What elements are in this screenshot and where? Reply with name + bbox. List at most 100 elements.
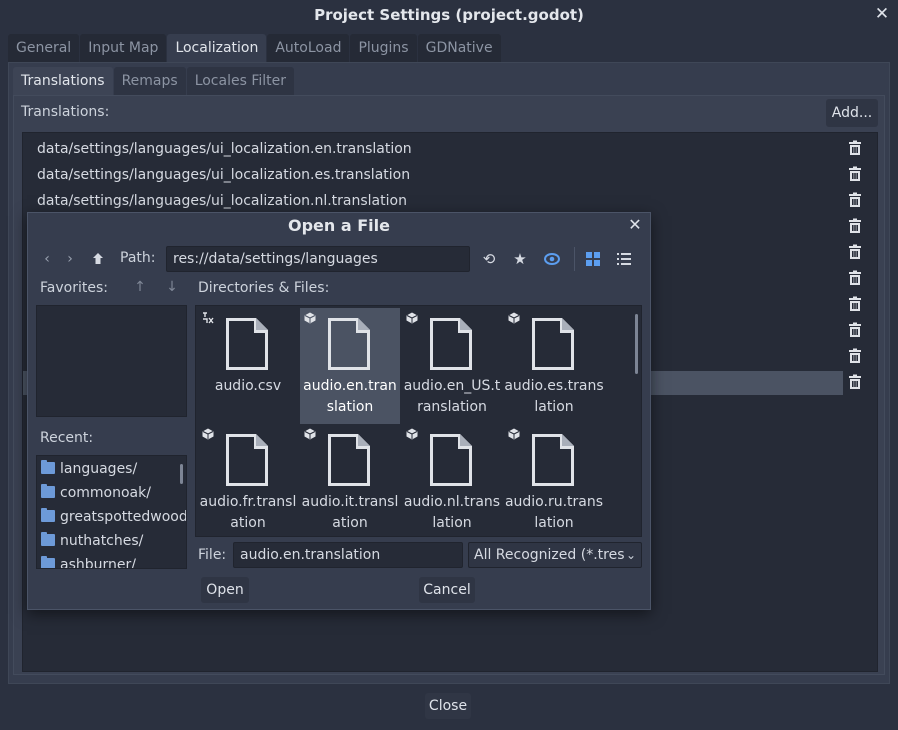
trash-icon[interactable]: [847, 218, 863, 236]
trash-icon[interactable]: [847, 348, 863, 366]
cancel-button[interactable]: Cancel: [419, 577, 475, 603]
file-name-input[interactable]: audio.en.translation: [233, 542, 463, 568]
favorites-label: Favorites:: [40, 280, 108, 296]
file-icon: [226, 318, 268, 370]
recent-item[interactable]: ashburner/: [41, 554, 136, 569]
tab-remaps[interactable]: Remaps: [113, 67, 186, 95]
file-item[interactable]: audio.csv: [198, 308, 298, 424]
tab-gdnative[interactable]: GDNative: [417, 34, 501, 62]
move-favorite-down-icon[interactable]: ↓: [164, 279, 180, 297]
settings-tabbar: General Input Map Localization AutoLoad …: [8, 34, 502, 62]
recent-item[interactable]: commonoak/: [41, 482, 151, 504]
window-title: Project Settings (project.godot): [314, 6, 584, 24]
file-item[interactable]: audio.ru.translation: [504, 424, 604, 536]
close-button[interactable]: Close: [425, 693, 471, 719]
recent-item[interactable]: greatspottedwoodpecker/: [41, 506, 186, 528]
file-name: audio.nl.translation: [403, 494, 501, 531]
open-button[interactable]: Open: [201, 577, 249, 603]
import-icon: [203, 312, 214, 324]
tab-localization[interactable]: Localization: [167, 34, 267, 62]
file-icon: [328, 434, 370, 486]
chevron-down-icon: ⌄: [625, 548, 636, 562]
file-name: audio.es.translation: [504, 378, 604, 415]
translation-item[interactable]: data/settings/languages/ui_localization.…: [23, 189, 843, 213]
favorites-list[interactable]: [36, 305, 187, 417]
favorite-star-icon[interactable]: ★: [509, 248, 531, 270]
file-filter-value: All Recognized (*.tres: [474, 547, 625, 563]
folder-icon: [41, 508, 55, 522]
tab-input-map[interactable]: Input Map: [80, 34, 167, 62]
toolbar-separator: [574, 247, 575, 271]
recent-item[interactable]: languages/: [41, 458, 137, 480]
resource-icon: [304, 428, 316, 440]
folder-icon: [41, 484, 55, 498]
file-icon: [226, 434, 268, 486]
tab-autoload[interactable]: AutoLoad: [267, 34, 350, 62]
directories-files-label: Directories & Files:: [198, 280, 330, 296]
grid-view-icon[interactable]: [582, 248, 604, 270]
recent-list: languages/ commonoak/ greatspottedwoodpe…: [36, 455, 187, 569]
resource-icon: [406, 312, 418, 324]
localization-subtabbar: Translations Remaps Locales Filter: [13, 67, 295, 95]
file-name: audio.en_US.translation: [403, 378, 501, 415]
file-icon: [430, 434, 472, 486]
recent-item[interactable]: nuthatches/: [41, 530, 143, 552]
tab-plugins[interactable]: Plugins: [350, 34, 417, 62]
file-icon: [532, 318, 574, 370]
folder-icon: [41, 556, 55, 568]
files-scrollbar[interactable]: [635, 314, 638, 374]
path-input[interactable]: res://data/settings/languages: [166, 246, 470, 272]
trash-icon[interactable]: [847, 270, 863, 288]
file-item[interactable]: audio.fr.translation: [198, 424, 298, 536]
refresh-icon[interactable]: ⟲: [478, 248, 500, 270]
tab-general[interactable]: General: [8, 34, 80, 62]
recent-item-label: nuthatches/: [60, 533, 144, 549]
recent-scrollbar[interactable]: [180, 464, 183, 484]
file-name: audio.en.translation: [303, 378, 397, 415]
file-name: audio.ru.translation: [504, 494, 604, 531]
open-file-dialog: Open a File ✕ ‹ › Path: res://data/setti…: [27, 212, 651, 610]
translation-item[interactable]: data/settings/languages/ui_localization.…: [23, 137, 843, 161]
recent-item-label: commonoak/: [60, 485, 151, 501]
translation-item[interactable]: data/settings/languages/ui_localization.…: [23, 163, 843, 187]
trash-icon[interactable]: [847, 374, 863, 392]
file-item[interactable]: audio.it.translation: [300, 424, 400, 536]
list-view-icon[interactable]: [613, 248, 635, 270]
show-hidden-eye-icon[interactable]: [541, 248, 563, 270]
trash-icon[interactable]: [847, 244, 863, 262]
recent-item-label: languages/: [60, 461, 138, 477]
trash-icon[interactable]: [847, 192, 863, 210]
folder-icon: [41, 460, 55, 474]
file-label: File:: [198, 547, 227, 563]
dialog-title: Open a File: [288, 216, 390, 235]
file-name: audio.it.translation: [301, 494, 399, 531]
file-item-selected[interactable]: audio.en.translation: [300, 308, 400, 424]
tab-locales-filter[interactable]: Locales Filter: [186, 67, 295, 95]
recent-label: Recent:: [40, 430, 94, 446]
resource-icon: [508, 312, 520, 324]
window-close-icon[interactable]: ✕: [872, 4, 892, 24]
folder-icon: [41, 532, 55, 546]
file-icon: [532, 434, 574, 486]
add-translation-button[interactable]: Add...: [826, 99, 878, 127]
up-directory-icon[interactable]: [89, 249, 107, 269]
file-item[interactable]: audio.nl.translation: [402, 424, 502, 536]
trash-icon[interactable]: [847, 322, 863, 340]
back-icon[interactable]: ‹: [38, 249, 56, 269]
file-item[interactable]: audio.en_US.translation: [402, 308, 502, 424]
recent-item-label: ashburner/: [60, 557, 136, 569]
resource-icon: [508, 428, 520, 440]
tab-translations[interactable]: Translations: [13, 67, 113, 95]
file-name: audio.fr.translation: [199, 494, 297, 531]
file-filter-select[interactable]: All Recognized (*.tres ⌄: [468, 542, 642, 568]
dialog-close-icon[interactable]: ✕: [626, 216, 644, 234]
move-favorite-up-icon[interactable]: ↑: [132, 279, 148, 297]
trash-icon[interactable]: [847, 166, 863, 184]
trash-icon[interactable]: [847, 140, 863, 158]
translations-label: Translations:: [21, 104, 110, 120]
forward-icon[interactable]: ›: [61, 249, 79, 269]
file-item[interactable]: audio.es.translation: [504, 308, 604, 424]
path-label: Path:: [120, 250, 156, 266]
file-name: audio.csv: [214, 378, 282, 394]
trash-icon[interactable]: [847, 296, 863, 314]
